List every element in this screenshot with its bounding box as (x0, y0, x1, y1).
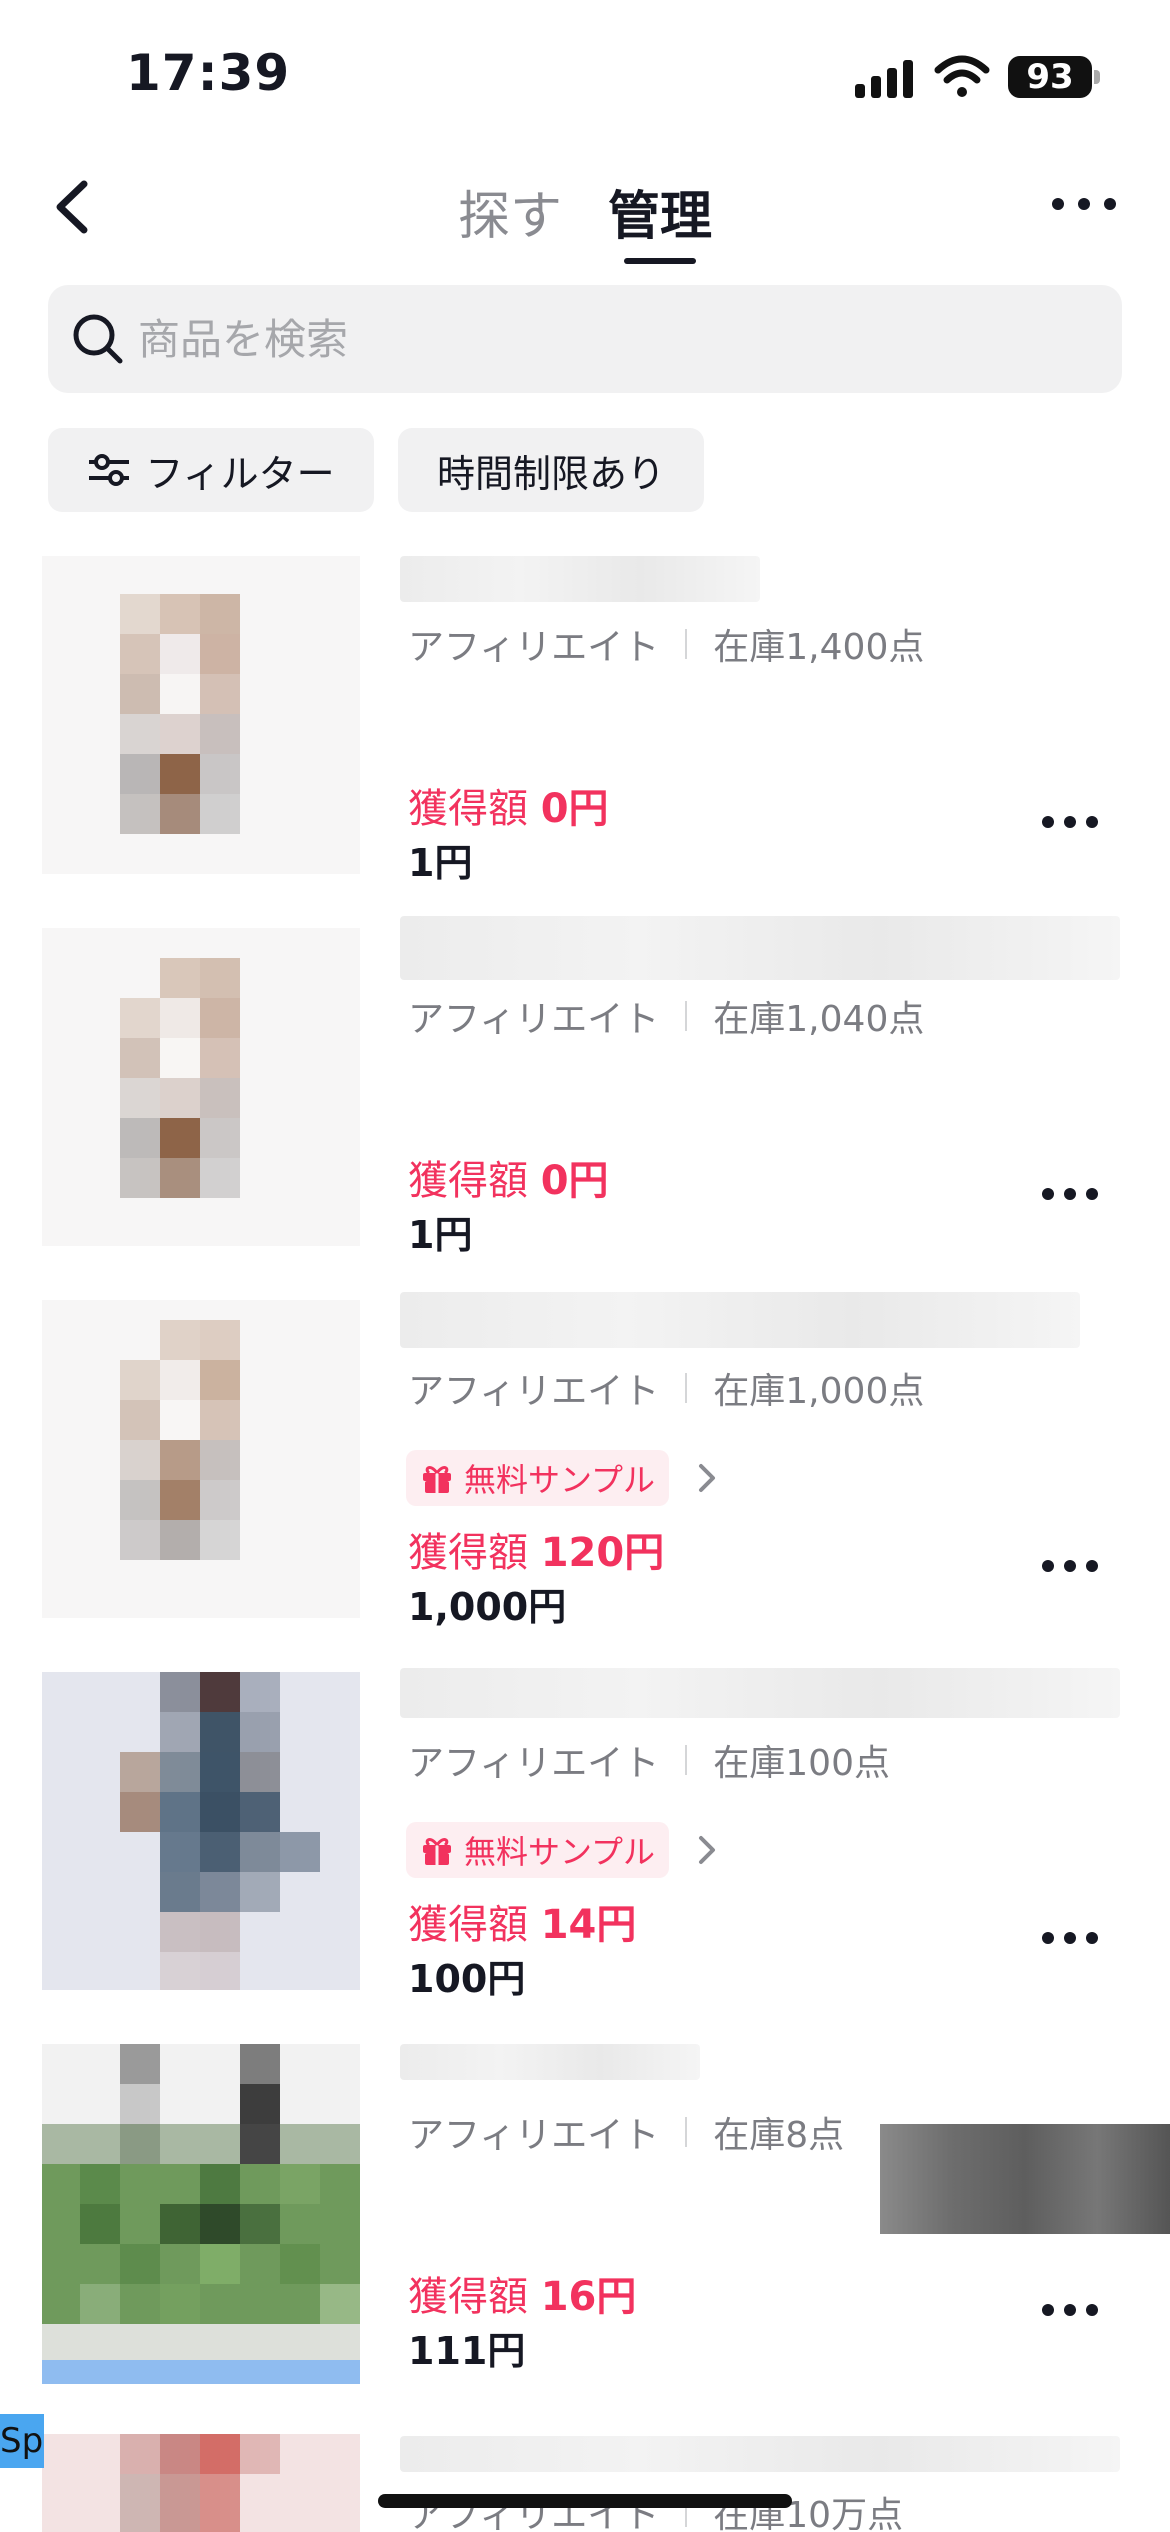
product-thumbnail[interactable] (42, 1300, 360, 1618)
earnings-label: 獲得額 (408, 1902, 528, 1948)
earnings-label: 獲得額 (408, 1530, 528, 1576)
filter-button[interactable]: フィルター (48, 428, 374, 512)
battery-tip (1094, 70, 1100, 84)
product-thumbnail[interactable] (42, 928, 360, 1246)
product-type: アフィリエイト (408, 2115, 660, 2156)
overlay-tag: Sp (0, 2414, 44, 2468)
product-meta: アフィリエイト 在庫100点 (408, 1734, 890, 1786)
product-stock: 在庫100点 (713, 1743, 890, 1784)
item-more-icon[interactable] (1040, 1552, 1100, 1582)
chevron-right-icon[interactable] (694, 1460, 720, 1496)
search-icon (73, 314, 123, 364)
item-more-icon[interactable] (1040, 1924, 1100, 1954)
product-title-redacted (400, 1292, 1080, 1348)
product-thumbnail[interactable] (42, 2434, 360, 2532)
free-sample-label: 無料サンプル (464, 1461, 656, 1499)
product-meta: アフィリエイト 在庫1,000点 (408, 1362, 924, 1414)
product-price: 1,000円 (408, 1585, 567, 1629)
earnings: 獲得額 0円 (408, 1148, 609, 1206)
product-stock: 在庫1,000点 (713, 1371, 925, 1412)
search-input[interactable] (138, 285, 1098, 393)
status-bar: 17:39 93 (0, 0, 1170, 150)
earnings-label: 獲得額 (408, 2274, 528, 2320)
earnings: 獲得額 14円 (408, 1892, 636, 1950)
time-limited-label: 時間制限あり (436, 451, 665, 496)
earnings-label: 獲得額 (408, 786, 528, 832)
wifi-icon (934, 55, 990, 97)
chevron-right-icon[interactable] (694, 1832, 720, 1868)
popup-preview-redacted (880, 2124, 1170, 2234)
free-sample-badge[interactable]: 無料サンプル (406, 1450, 670, 1506)
product-price: 100円 (408, 1957, 526, 2001)
earnings-amount: 0円 (540, 1158, 609, 1204)
status-time: 17:39 (126, 44, 291, 102)
product-title-redacted (400, 556, 760, 602)
earnings: 獲得額 120円 (408, 1520, 664, 1578)
product-title-redacted (400, 916, 1120, 980)
earnings: 獲得額 16円 (408, 2264, 636, 2322)
item-more-icon[interactable] (1040, 808, 1100, 838)
tab-manage[interactable]: 管理 (608, 174, 712, 249)
product-type: アフィリエイト (408, 1743, 660, 1784)
earnings-amount: 14円 (540, 1902, 637, 1948)
home-indicator[interactable] (378, 2494, 792, 2508)
product-type: アフィリエイト (408, 2495, 660, 2532)
cellular-signal-icon (855, 58, 915, 98)
product-meta: アフィリエイト 在庫10万点 (408, 2486, 903, 2532)
free-sample-badge[interactable]: 無料サンプル (406, 1822, 670, 1878)
gift-icon (423, 1838, 451, 1865)
earnings-amount: 120円 (540, 1530, 665, 1576)
product-title-redacted (400, 2436, 1120, 2472)
list-item[interactable]: アフィリエイト 在庫8点 獲得額 16円 111円 (0, 2044, 1170, 2416)
product-stock: 在庫1,040点 (713, 999, 925, 1040)
list-item[interactable]: アフィリエイト 在庫10万点 (0, 2434, 1170, 2532)
product-meta: アフィリエイト 在庫1,400点 (408, 618, 924, 670)
product-price: 1円 (408, 1213, 473, 1257)
product-stock: 在庫10万点 (713, 2495, 904, 2532)
list-item[interactable]: アフィリエイト 在庫100点 無料サンプル 獲得額 14円 100円 (0, 1668, 1170, 2044)
product-type: アフィリエイト (408, 999, 660, 1040)
top-nav: 探す 管理 (0, 150, 1170, 270)
list-item[interactable]: アフィリエイト 在庫1,040点 獲得額 0円 1円 (0, 916, 1170, 1300)
product-thumbnail[interactable] (42, 2044, 360, 2384)
filter-label: フィルター (145, 451, 335, 496)
tab-explore[interactable]: 探す (458, 174, 562, 249)
item-more-icon[interactable] (1040, 1180, 1100, 1210)
product-thumbnail[interactable] (42, 556, 360, 874)
earnings: 獲得額 0円 (408, 776, 609, 834)
product-stock: 在庫1,400点 (713, 627, 925, 668)
earnings-amount: 16円 (540, 2274, 637, 2320)
product-stock: 在庫8点 (713, 2115, 845, 2156)
time-limited-filter[interactable]: 時間制限あり (398, 428, 704, 512)
item-more-icon[interactable] (1040, 2296, 1100, 2326)
product-title-redacted (400, 2044, 700, 2080)
product-meta: アフィリエイト 在庫1,040点 (408, 990, 924, 1042)
earnings-label: 獲得額 (408, 1158, 528, 1204)
earnings-amount: 0円 (540, 786, 609, 832)
product-price: 111円 (408, 2329, 526, 2373)
product-meta: アフィリエイト 在庫8点 (408, 2106, 844, 2158)
product-type: アフィリエイト (408, 627, 660, 668)
product-thumbnail[interactable] (42, 1672, 360, 1990)
more-options-icon[interactable] (1050, 190, 1120, 220)
gift-icon (423, 1466, 451, 1493)
free-sample-label: 無料サンプル (464, 1833, 656, 1871)
product-type: アフィリエイト (408, 1371, 660, 1412)
list-item[interactable]: アフィリエイト 在庫1,400点 獲得額 0円 1円 (0, 556, 1170, 928)
battery-indicator: 93 (1008, 56, 1092, 98)
search-bar[interactable] (48, 285, 1122, 393)
product-price: 1円 (408, 841, 473, 885)
product-title-redacted (400, 1668, 1120, 1718)
back-arrow-icon[interactable] (40, 172, 110, 242)
active-tab-indicator (624, 258, 696, 264)
sliders-icon (89, 454, 130, 486)
list-item[interactable]: アフィリエイト 在庫1,000点 無料サンプル 獲得額 120円 1,000円 (0, 1292, 1170, 1672)
